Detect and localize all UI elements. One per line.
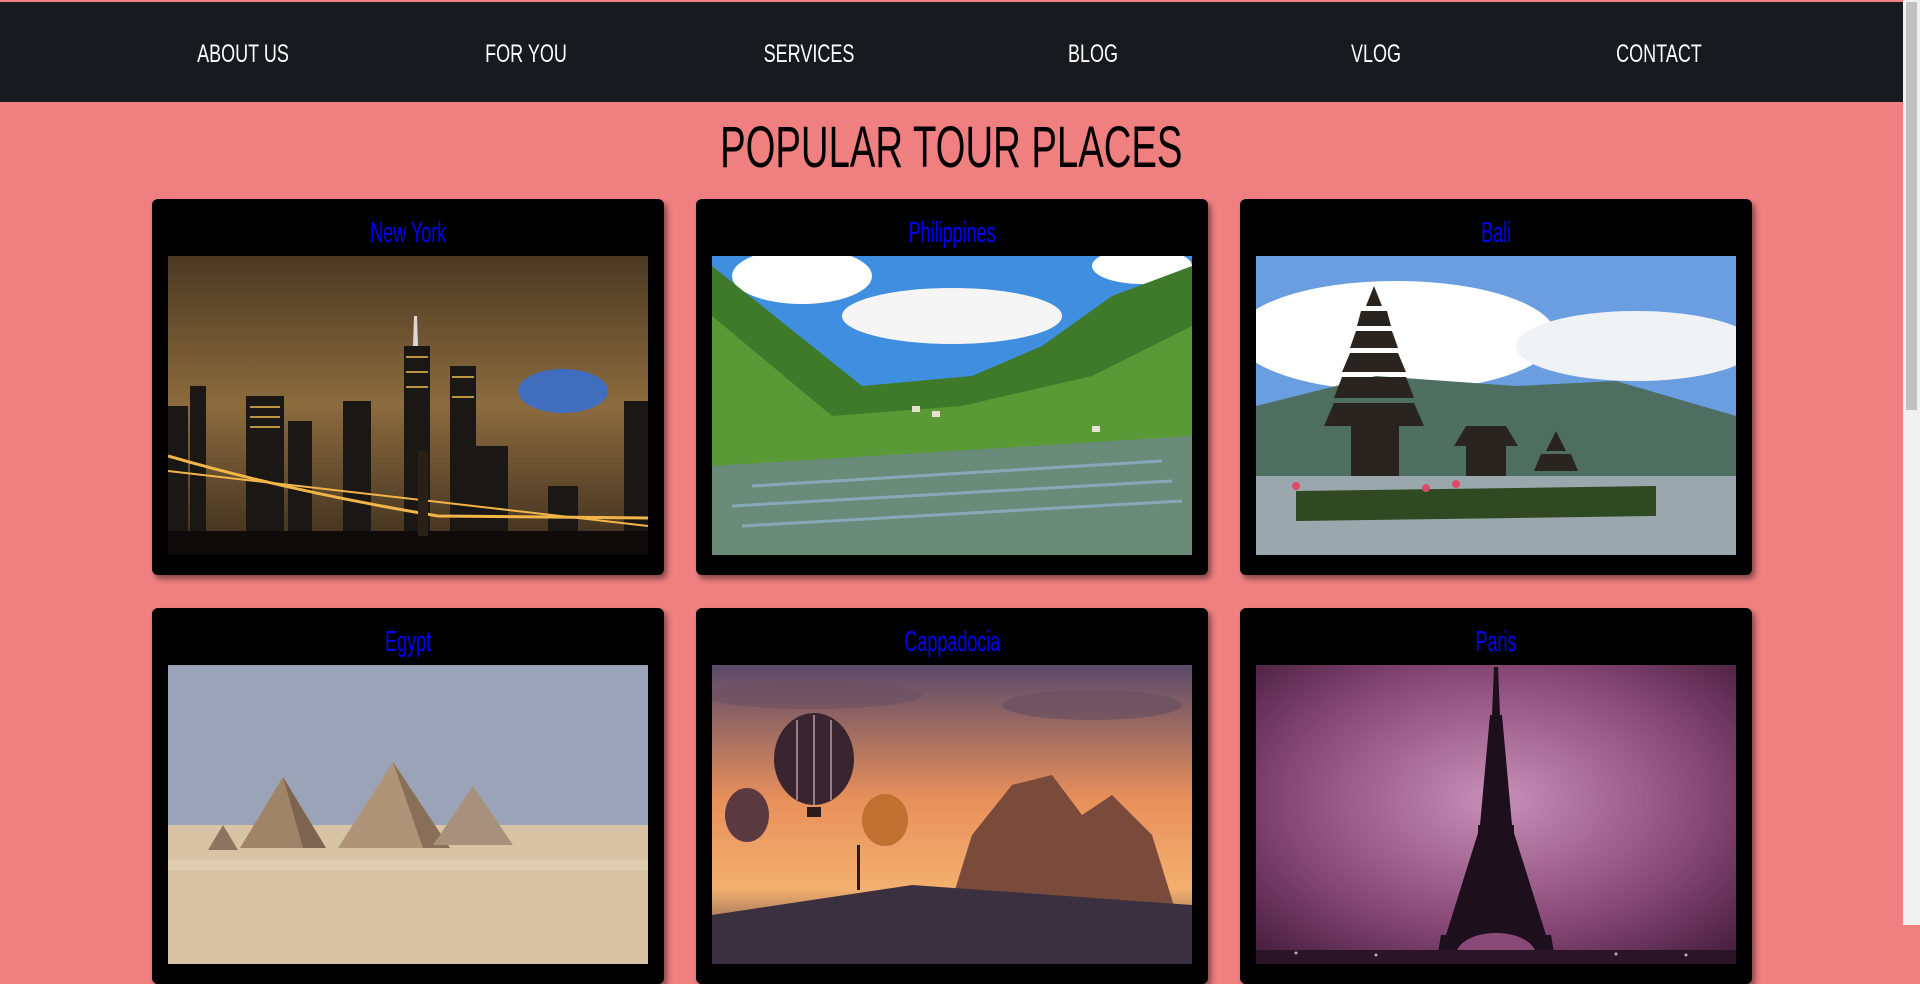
nav-contact[interactable]: CONTACT — [1580, 36, 1738, 72]
nav-blog[interactable]: BLOG — [1014, 36, 1172, 72]
place-title[interactable]: New York — [152, 213, 664, 253]
nav-for-you[interactable]: FOR YOU — [447, 36, 605, 72]
top-navbar: ABOUT US FOR YOU SERVICES BLOG VLOG CONT… — [0, 2, 1903, 102]
cappadocia-photo — [712, 665, 1192, 964]
philippines-photo — [712, 256, 1192, 555]
page-title-text: POPULAR TOUR PLACES — [720, 115, 1183, 180]
nav-about-us[interactable]: ABOUT US — [164, 36, 322, 72]
place-title-text[interactable]: Egypt — [385, 622, 431, 662]
place-title-text[interactable]: Cappadocia — [904, 622, 1000, 662]
new-york-photo — [168, 256, 648, 555]
place-title-text[interactable]: Paris — [1476, 622, 1517, 662]
egypt-photo — [168, 665, 648, 964]
scrollbar-thumb[interactable] — [1906, 2, 1917, 410]
place-card-new-york[interactable]: New York — [152, 199, 664, 575]
place-card-egypt[interactable]: Egypt — [152, 608, 664, 984]
place-title-text[interactable]: Philippines — [909, 213, 996, 253]
place-title[interactable]: Cappadocia — [696, 622, 1208, 662]
place-title-text[interactable]: New York — [370, 213, 446, 253]
nav-services[interactable]: SERVICES — [730, 36, 888, 72]
place-title[interactable]: Bali — [1240, 213, 1752, 253]
bali-photo — [1256, 256, 1736, 555]
place-card-bali[interactable]: Bali — [1240, 199, 1752, 575]
place-title[interactable]: Paris — [1240, 622, 1752, 662]
place-title[interactable]: Philippines — [696, 213, 1208, 253]
paris-photo — [1256, 665, 1736, 964]
place-card-philippines[interactable]: Philippines — [696, 199, 1208, 575]
nav-vlog[interactable]: VLOG — [1297, 36, 1455, 72]
place-title[interactable]: Egypt — [152, 622, 664, 662]
place-card-paris[interactable]: Paris — [1240, 608, 1752, 984]
place-card-cappadocia[interactable]: Cappadocia — [696, 608, 1208, 984]
page-title: POPULAR TOUR PLACES — [0, 108, 1903, 188]
place-title-text[interactable]: Bali — [1481, 213, 1511, 253]
vertical-scrollbar[interactable] — [1903, 0, 1920, 925]
